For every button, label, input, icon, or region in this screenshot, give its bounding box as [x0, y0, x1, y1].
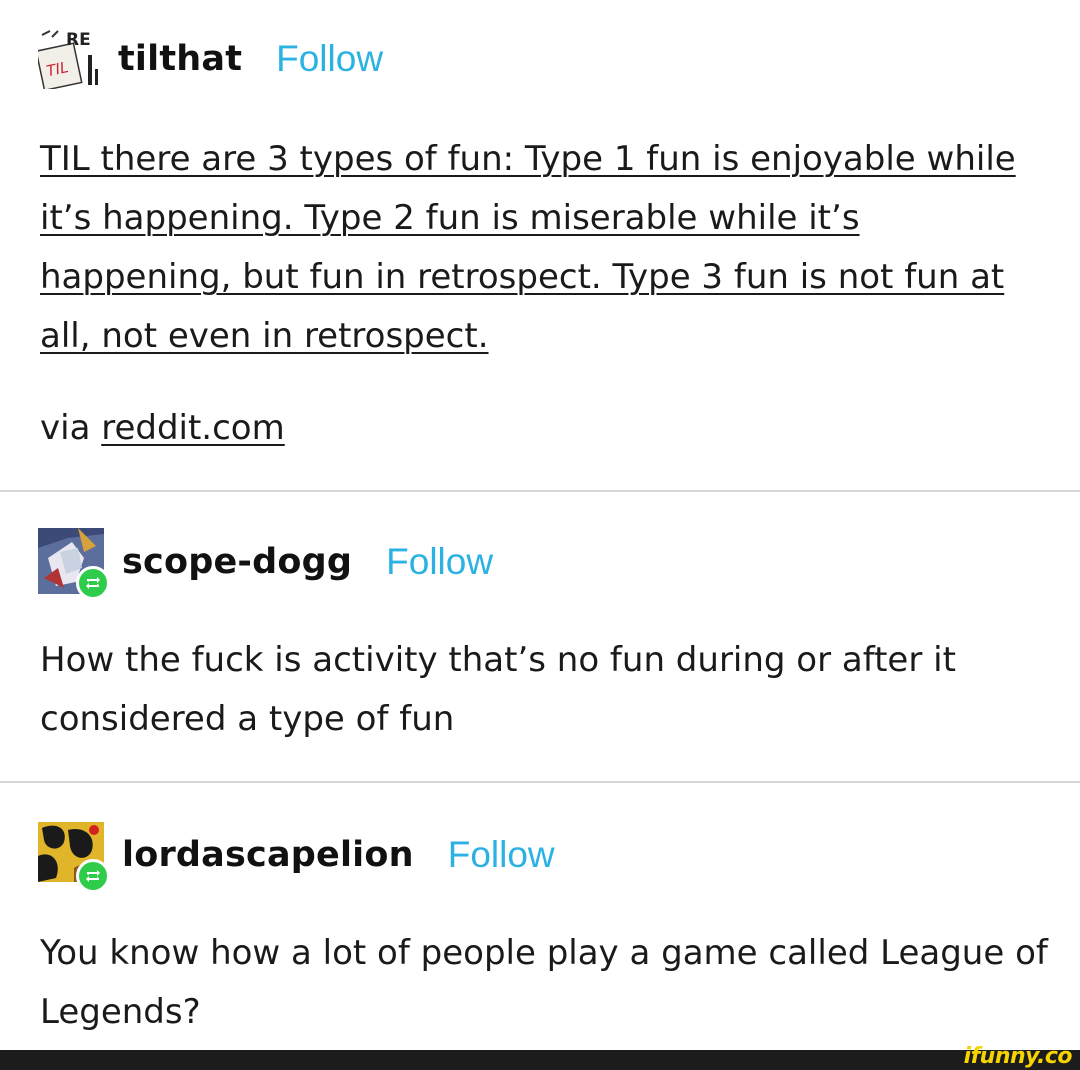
post-text: How the fuck is activity that’s no fun d…: [40, 640, 956, 739]
avatar-lordascapelion[interactable]: [38, 822, 118, 893]
post-text: You know how a lot of people play a game…: [40, 933, 1048, 1032]
divider: [0, 490, 1080, 492]
username[interactable]: lordascapelion: [122, 835, 414, 875]
divider: [0, 781, 1080, 783]
reblog-icon: [86, 870, 100, 882]
til-avatar-icon: TIL RE: [35, 29, 104, 92]
post-header: scope-dogg Follow: [38, 528, 493, 600]
avatar-text-top: RE: [66, 30, 91, 50]
post-text-link[interactable]: TIL there are 3 types of fun: Type 1 fun…: [40, 139, 1016, 356]
reblog-badge: [76, 859, 110, 893]
follow-button[interactable]: Follow: [448, 834, 555, 876]
via-line: via reddit.com: [40, 408, 285, 448]
avatar-tilthat[interactable]: TIL RE: [35, 29, 104, 92]
username[interactable]: tilthat: [118, 39, 242, 79]
follow-button[interactable]: Follow: [386, 541, 493, 583]
reblog-badge: [76, 566, 110, 600]
avatar-scope-dogg[interactable]: [38, 528, 118, 600]
footer-bar: [0, 1050, 1080, 1070]
watermark: ifunny.co: [963, 1044, 1073, 1069]
username[interactable]: scope-dogg: [122, 542, 352, 582]
reblog-icon: [86, 577, 100, 589]
follow-button[interactable]: Follow: [276, 38, 383, 80]
via-link[interactable]: reddit.com: [101, 408, 285, 448]
via-prefix: via: [40, 408, 91, 448]
post-header: TIL RE tilthat Follow: [35, 29, 383, 92]
post-header: lordascapelion Follow: [38, 822, 555, 893]
post-text: TIL there are 3 types of fun: Type 1 fun…: [40, 130, 1050, 366]
